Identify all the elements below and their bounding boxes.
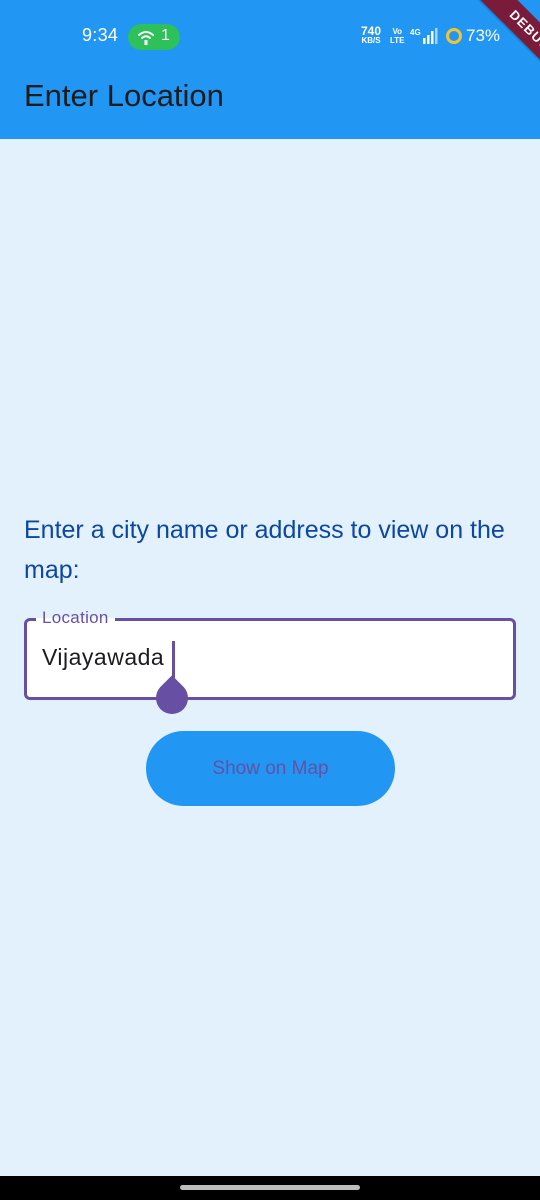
location-field-value[interactable]: Vijayawada	[42, 644, 164, 671]
page-title: Enter Location	[24, 78, 224, 113]
instruction-text: Enter a city name or address to view on …	[24, 516, 505, 584]
app-bar: Enter Location	[0, 70, 540, 139]
volte-bottom: LTE	[390, 36, 405, 45]
network-speed-unit: KB/S	[361, 36, 381, 45]
status-bar: 9:34 1 740 KB/S Vo LTE 4G 73%	[0, 0, 540, 70]
battery-icon	[446, 28, 462, 44]
network-speed: 740 KB/S	[361, 24, 382, 46]
location-field-label: Location	[36, 608, 115, 628]
network-speed-value: 740	[361, 24, 382, 38]
hotspot-indicator[interactable]: 1	[128, 24, 180, 50]
hotspot-icon	[138, 31, 154, 45]
show-on-map-button[interactable]: Show on Map	[146, 731, 395, 806]
volte-indicator: Vo LTE	[390, 27, 405, 45]
status-time: 9:34	[82, 25, 119, 45]
battery-percent: 73%	[466, 26, 501, 45]
screen: 9:34 1 740 KB/S Vo LTE 4G 73% DEBUG Ente…	[0, 0, 540, 1200]
home-gesture-handle[interactable]	[180, 1185, 360, 1190]
hotspot-count: 1	[161, 27, 170, 44]
navigation-bar	[0, 1176, 540, 1200]
network-type: 4G	[410, 28, 421, 37]
volte-top: Vo	[392, 27, 403, 36]
signal-icon: 4G	[410, 28, 438, 44]
